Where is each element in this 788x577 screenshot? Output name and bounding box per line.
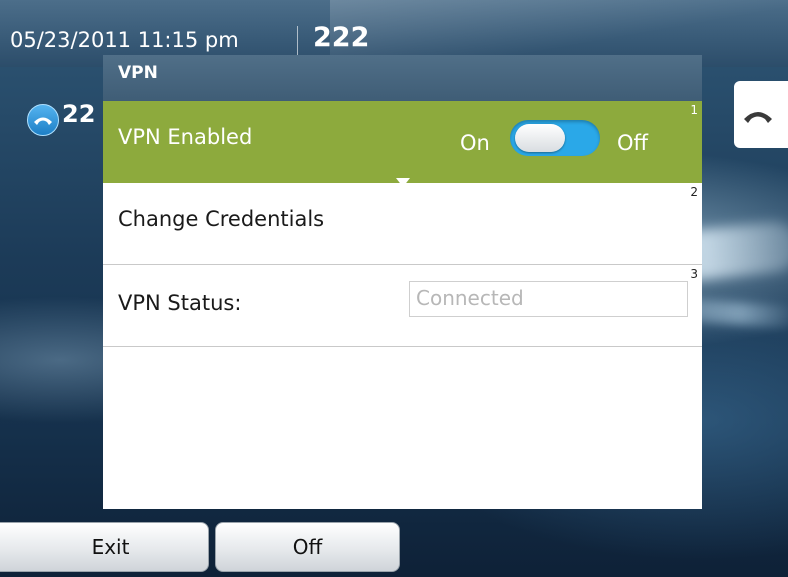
off-softkey[interactable]: Off: [215, 522, 400, 572]
vpn-dialog: VPN 1 VPN Enabled On Off 2 Change Creden…: [103, 55, 702, 509]
row-number: 2: [690, 185, 698, 199]
dialog-title: VPN: [118, 63, 158, 83]
change-credentials-row[interactable]: 2 Change Credentials: [103, 183, 702, 265]
phone-handset-icon: [744, 112, 772, 123]
exit-softkey[interactable]: Exit: [0, 522, 209, 572]
row-number: 3: [690, 267, 698, 281]
vpn-toggle-switch[interactable]: [510, 120, 600, 156]
line-button-label[interactable]: 22: [62, 100, 95, 128]
session-handset-button[interactable]: [734, 81, 788, 148]
vpn-enabled-row[interactable]: 1 VPN Enabled On Off: [103, 101, 702, 183]
vpn-enabled-label: VPN Enabled: [118, 125, 253, 149]
toggle-on-label: On: [460, 131, 490, 155]
phone-extension: 222: [313, 22, 370, 53]
vpn-status-field: Connected: [409, 281, 688, 317]
vpn-status-row[interactable]: 3 VPN Status: Connected: [103, 265, 702, 347]
dialog-header: VPN: [103, 55, 702, 101]
date-time: 05/23/2011 11:15 pm: [10, 28, 239, 52]
toggle-off-label: Off: [617, 131, 648, 155]
row-number: 1: [690, 103, 698, 117]
change-credentials-label: Change Credentials: [118, 207, 325, 231]
vpn-status-label: VPN Status:: [118, 291, 242, 315]
line-handset-icon[interactable]: [27, 104, 59, 136]
toggle-knob[interactable]: [515, 124, 565, 152]
